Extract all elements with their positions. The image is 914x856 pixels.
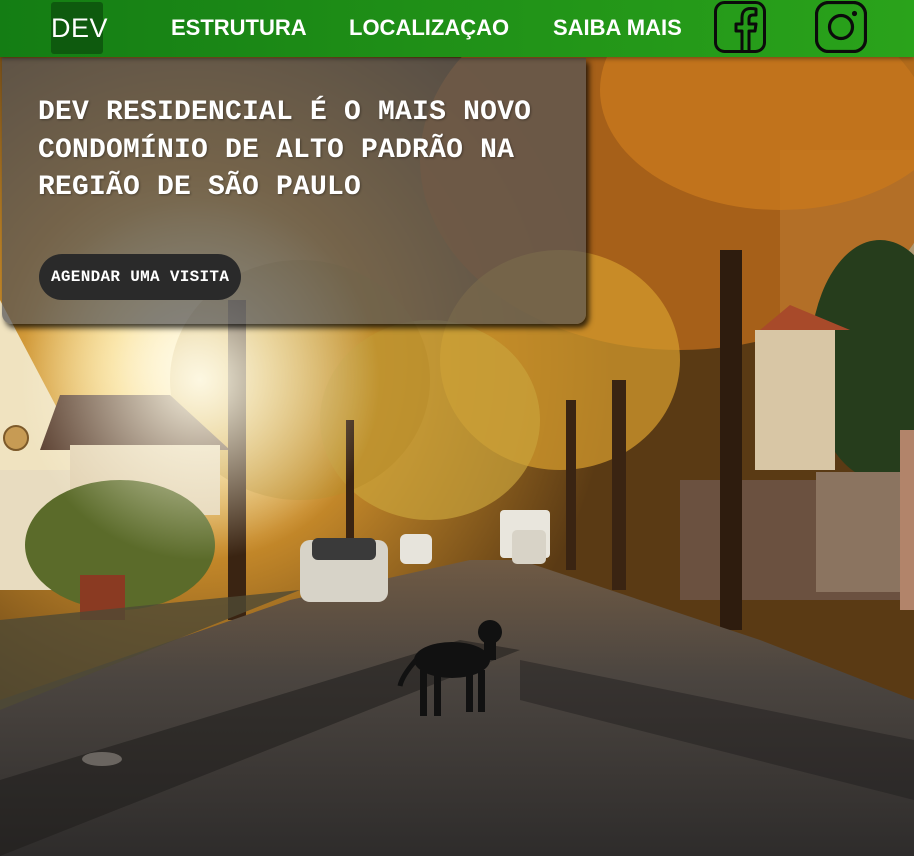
top-navbar: DEV ESTRUTURA LOCALIZAÇAO SAIBA MAIS — [0, 0, 914, 57]
instagram-icon[interactable] — [814, 0, 868, 54]
nav-link-saiba-mais[interactable]: SAIBA MAIS — [553, 14, 682, 42]
nav-link-localizacao[interactable]: LOCALIZAÇAO — [349, 14, 509, 42]
nav-link-estrutura[interactable]: ESTRUTURA — [171, 14, 307, 42]
intro-card: DEV RESIDENCIAL É O MAIS NOVO CONDOMÍNIO… — [2, 58, 586, 324]
schedule-visit-button[interactable]: AGENDAR UMA VISITA — [39, 254, 242, 300]
landing-page: DEV ESTRUTURA LOCALIZAÇAO SAIBA MAIS DEV… — [0, 0, 914, 856]
intro-headline: DEV RESIDENCIAL É O MAIS NOVO CONDOMÍNIO… — [38, 97, 532, 203]
dev-logo[interactable]: DEV — [51, 2, 108, 54]
facebook-icon[interactable] — [714, 1, 766, 53]
